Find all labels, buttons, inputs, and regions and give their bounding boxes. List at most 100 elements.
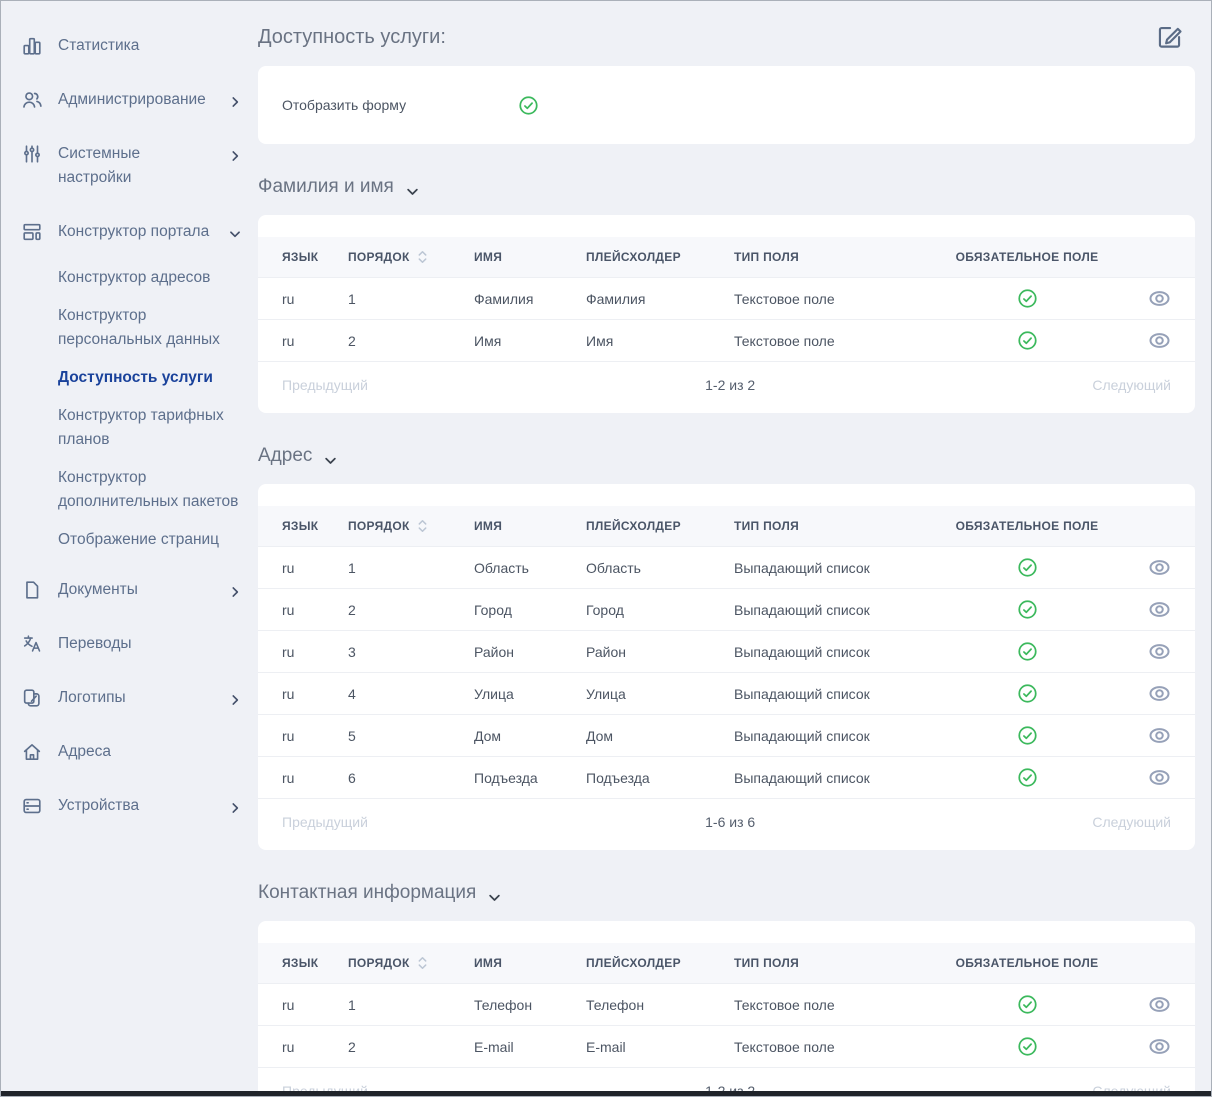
bottom-bar xyxy=(1,1091,1211,1096)
section-header-surname-and-name[interactable]: Фамилия и имя xyxy=(258,175,1195,199)
sliders-icon xyxy=(21,143,43,165)
translate-icon xyxy=(21,633,43,655)
sidebar-item-addresses[interactable]: Адреса xyxy=(1,725,258,779)
sidebar-item-portal-constructor[interactable]: Конструктор портала xyxy=(1,205,258,259)
cell-field-type: Текстовое поле xyxy=(734,984,927,1026)
eye-icon[interactable] xyxy=(1148,766,1171,789)
sidebar-item-devices[interactable]: Устройства xyxy=(1,779,258,833)
cell-required xyxy=(927,984,1127,1026)
cell-placeholder: Подъезда xyxy=(586,757,734,799)
cell-order: 3 xyxy=(348,631,474,673)
col-placeholder: ПЛЕЙСХОЛДЕР xyxy=(586,943,734,984)
sidebar-subitem-tariff-plans-constructor[interactable]: Конструктор тарифных планов xyxy=(58,397,242,459)
eye-icon[interactable] xyxy=(1148,329,1171,352)
cell-name: Телефон xyxy=(474,984,586,1026)
cell-language: ru xyxy=(258,547,348,589)
devices-icon xyxy=(21,795,43,817)
cell-actions xyxy=(1127,757,1195,799)
cell-actions xyxy=(1127,984,1195,1026)
pagination-prev-button[interactable]: Предыдущий xyxy=(282,377,368,393)
cell-language: ru xyxy=(258,320,348,362)
eye-icon[interactable] xyxy=(1148,1035,1171,1058)
cell-actions xyxy=(1127,320,1195,362)
sidebar-subitem-service-availability[interactable]: Доступность услуги xyxy=(58,359,242,397)
cell-name: Имя xyxy=(474,320,586,362)
sidebar-subitem-address-constructor[interactable]: Конструктор адресов xyxy=(58,259,242,297)
eye-icon[interactable] xyxy=(1148,598,1171,621)
eye-icon[interactable] xyxy=(1148,287,1171,310)
cell-actions xyxy=(1127,631,1195,673)
cell-required xyxy=(927,278,1127,320)
pagination-next-button[interactable]: Следующий xyxy=(1092,814,1171,830)
table-header-row: ЯЗЫК ПОРЯДОК ИМЯ ПЛЕЙСХОЛДЕР ТИП ПОЛЯ ОБ… xyxy=(258,506,1195,547)
cell-field-type: Выпадающий список xyxy=(734,715,927,757)
check-circle-icon xyxy=(1017,330,1038,351)
cell-name: Фамилия xyxy=(474,278,586,320)
sidebar-item-logos[interactable]: Логотипы xyxy=(1,671,258,725)
pagination-next-button[interactable]: Следующий xyxy=(1092,377,1171,393)
sidebar-item-label: Конструктор портала xyxy=(58,220,213,244)
cell-field-type: Текстовое поле xyxy=(734,320,927,362)
eye-icon[interactable] xyxy=(1148,682,1171,705)
table-header-row: ЯЗЫК ПОРЯДОК ИМЯ ПЛЕЙСХОЛДЕР ТИП ПОЛЯ ОБ… xyxy=(258,237,1195,278)
cell-language: ru xyxy=(258,715,348,757)
cell-language: ru xyxy=(258,757,348,799)
table-header-row: ЯЗЫК ПОРЯДОК ИМЯ ПЛЕЙСХОЛДЕР ТИП ПОЛЯ ОБ… xyxy=(258,943,1195,984)
col-actions xyxy=(1127,506,1195,547)
col-placeholder: ПЛЕЙСХОЛДЕР xyxy=(586,237,734,278)
table-row: ru 2 E-mail E-mail Текстовое поле xyxy=(258,1026,1195,1068)
pagination: Предыдущий 1-2 из 2 Следующий xyxy=(258,361,1195,413)
chevron-right-icon xyxy=(228,583,242,597)
pagination-info: 1-6 из 6 xyxy=(705,814,755,830)
cell-field-type: Текстовое поле xyxy=(734,1026,927,1068)
sidebar-item-translations[interactable]: Переводы xyxy=(1,617,258,671)
fields-table: ЯЗЫК ПОРЯДОК ИМЯ ПЛЕЙСХОЛДЕР ТИП ПОЛЯ ОБ… xyxy=(258,943,1195,1067)
sidebar-item-documents[interactable]: Документы xyxy=(1,563,258,617)
home-icon xyxy=(21,741,43,763)
cell-order: 2 xyxy=(348,589,474,631)
sidebar-item-system-settings[interactable]: Системные настройки xyxy=(1,127,258,205)
col-name: ИМЯ xyxy=(474,943,586,984)
eye-icon[interactable] xyxy=(1148,993,1171,1016)
col-order: ПОРЯДОК xyxy=(348,943,474,984)
col-field-type: ТИП ПОЛЯ xyxy=(734,943,927,984)
chevron-down-icon xyxy=(228,225,242,239)
cell-placeholder: E-mail xyxy=(586,1026,734,1068)
sidebar-item-label: Адреса xyxy=(58,740,242,764)
cell-placeholder: Район xyxy=(586,631,734,673)
cell-actions xyxy=(1127,673,1195,715)
col-language: ЯЗЫК xyxy=(258,943,348,984)
sidebar-item-administration[interactable]: Администрирование xyxy=(1,73,258,127)
sidebar-subitem-personal-data-constructor[interactable]: Конструктор персональных данных xyxy=(58,297,242,359)
form-visibility-card: Отобразить форму xyxy=(258,66,1195,144)
pagination-prev-button[interactable]: Предыдущий xyxy=(282,814,368,830)
sidebar-subitem-additional-packages-constructor[interactable]: Конструктор дополнительных пакетов xyxy=(58,459,242,521)
table-row: ru 4 Улица Улица Выпадающий список xyxy=(258,673,1195,715)
bar-chart-icon xyxy=(21,35,43,57)
sort-icon[interactable] xyxy=(417,249,428,265)
table-card-contact-information: ЯЗЫК ПОРЯДОК ИМЯ ПЛЕЙСХОЛДЕР ТИП ПОЛЯ ОБ… xyxy=(258,921,1195,1097)
sidebar-subitem-page-display[interactable]: Отображение страниц xyxy=(58,521,242,559)
edit-button[interactable] xyxy=(1156,23,1183,50)
eye-icon[interactable] xyxy=(1148,724,1171,747)
cell-order: 2 xyxy=(348,1026,474,1068)
cell-actions xyxy=(1127,715,1195,757)
cell-language: ru xyxy=(258,673,348,715)
section-header-address[interactable]: Адрес xyxy=(258,444,1195,468)
sidebar-item-label: Логотипы xyxy=(58,686,213,710)
sidebar-item-label: Администрирование xyxy=(58,88,213,112)
sort-icon[interactable] xyxy=(417,518,428,534)
chevron-right-icon xyxy=(228,799,242,813)
eye-icon[interactable] xyxy=(1148,640,1171,663)
cell-required xyxy=(927,320,1127,362)
section-header-contact-information[interactable]: Контактная информация xyxy=(258,881,1195,905)
chevron-down-icon xyxy=(405,180,420,195)
cell-placeholder: Дом xyxy=(586,715,734,757)
col-actions xyxy=(1127,237,1195,278)
cell-name: Улица xyxy=(474,673,586,715)
col-field-type: ТИП ПОЛЯ xyxy=(734,237,927,278)
table-row: ru 5 Дом Дом Выпадающий список xyxy=(258,715,1195,757)
sort-icon[interactable] xyxy=(417,955,428,971)
eye-icon[interactable] xyxy=(1148,556,1171,579)
sidebar-item-statistics[interactable]: Статистика xyxy=(1,19,258,73)
